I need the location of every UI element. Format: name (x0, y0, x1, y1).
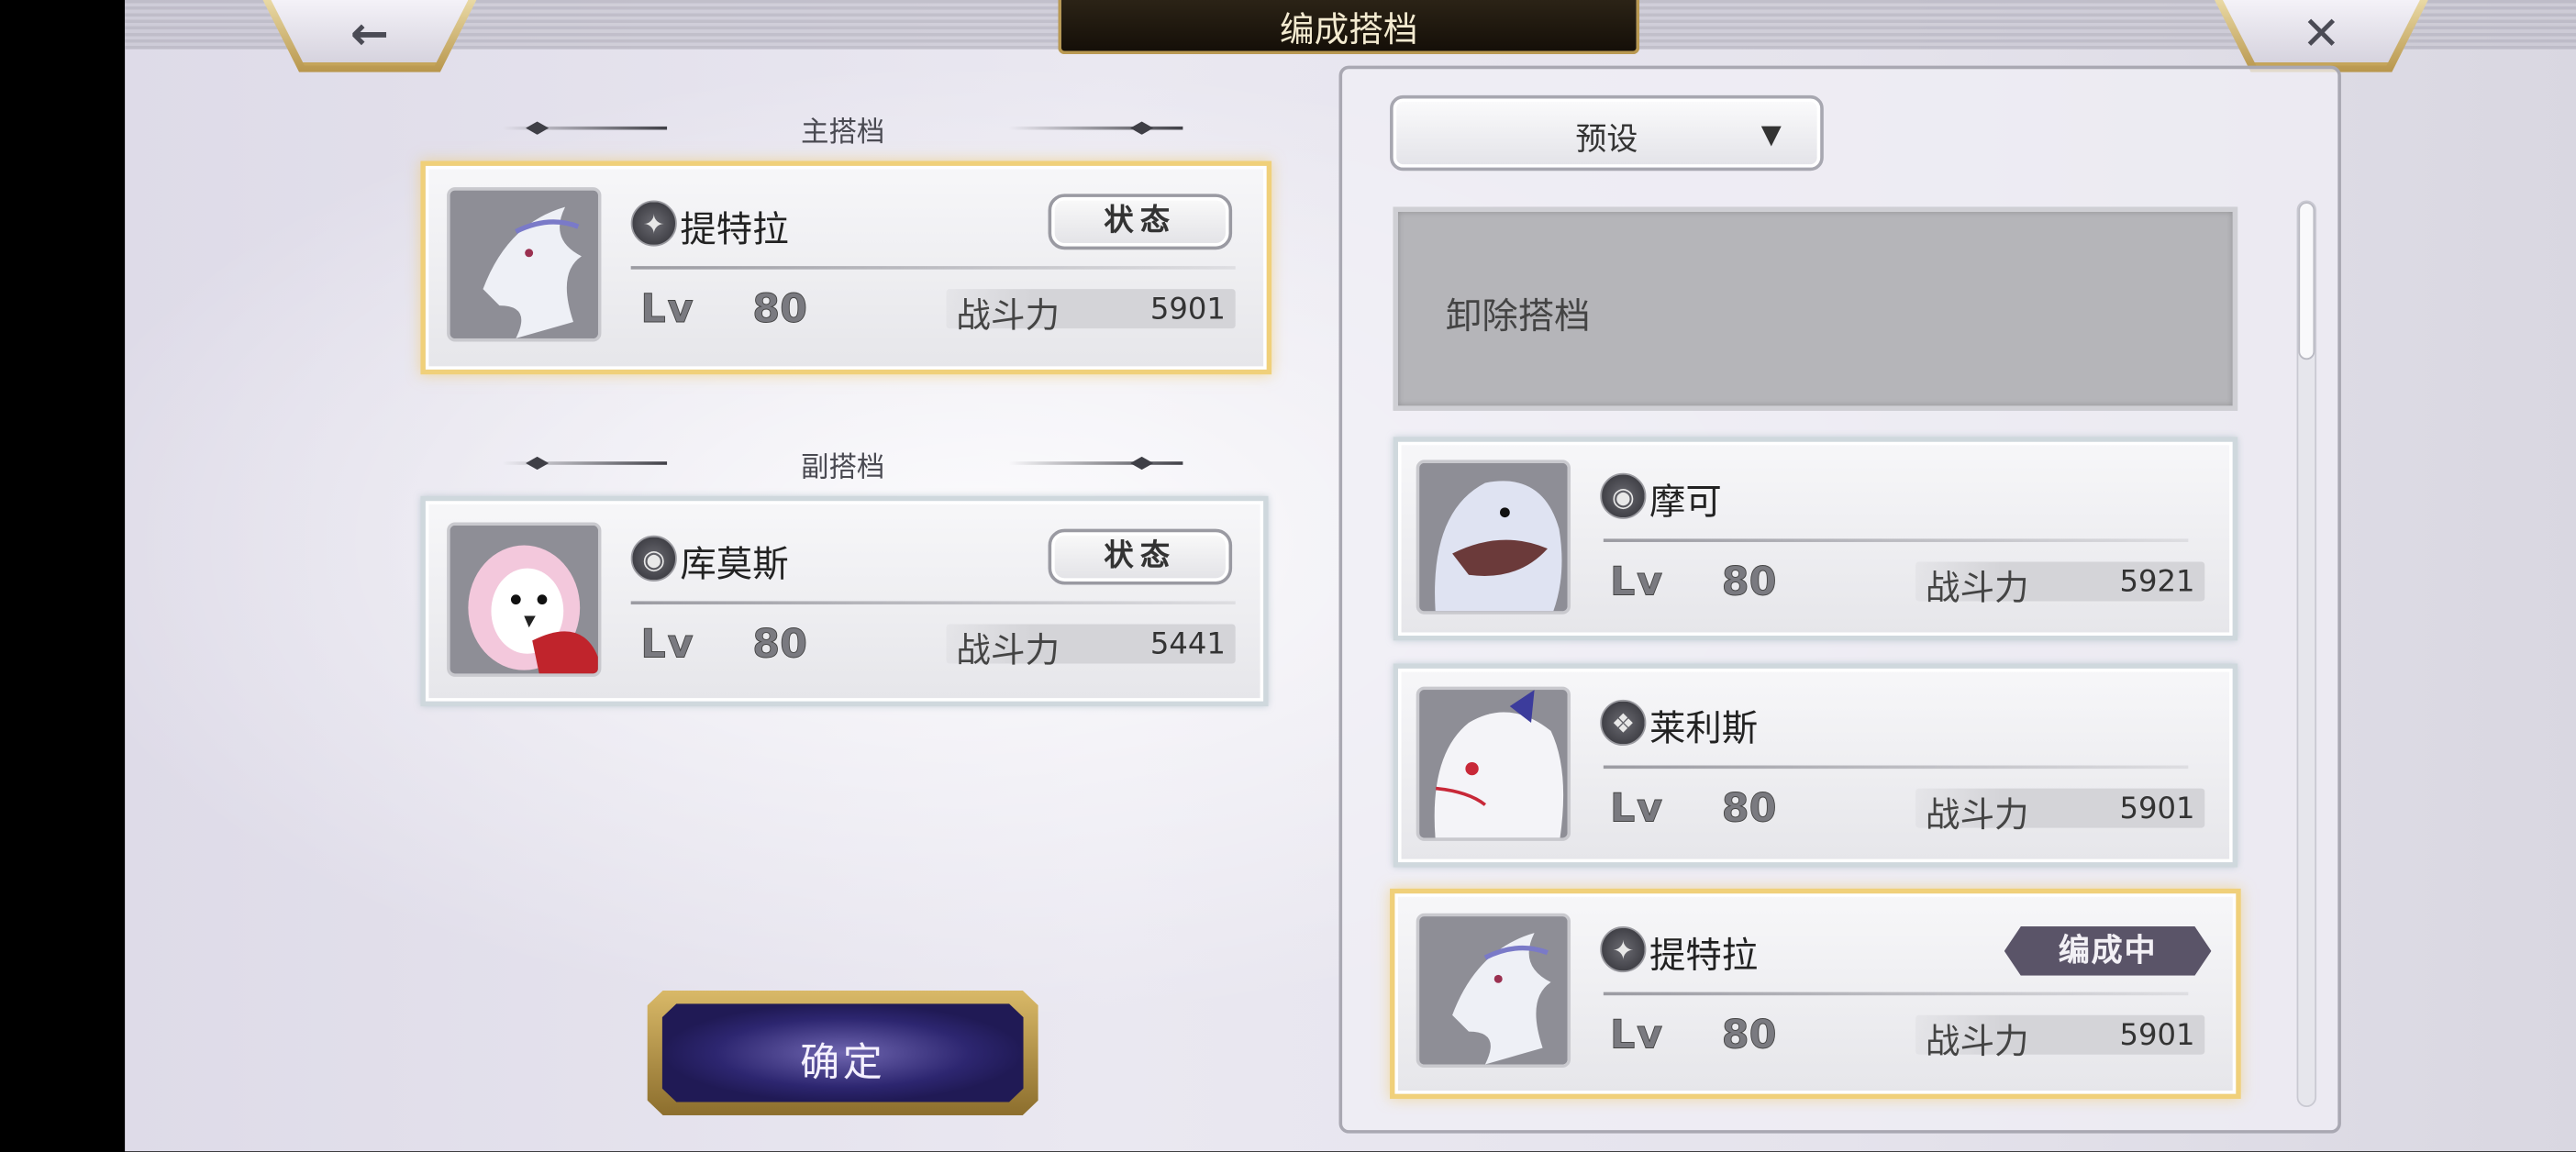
main-partner-status-button[interactable]: 状态 (1048, 194, 1233, 250)
sub-partner-status-button[interactable]: 状态 (1048, 528, 1233, 585)
power-label: 战斗力 (956, 630, 1060, 670)
level-value: 80 (1721, 1012, 1777, 1058)
title-banner: 编成搭档 (1058, 0, 1640, 55)
power-value: 5441 (1149, 627, 1226, 662)
power-value: 5901 (2119, 1018, 2195, 1053)
sub-partner-name: 库莫斯 (680, 545, 789, 587)
back-arrow-icon: ← (350, 6, 389, 61)
ornament-line (502, 461, 668, 465)
power-value: 5901 (1149, 292, 1226, 327)
main-partner-name: 提特拉 (680, 210, 789, 251)
partner-portrait (1416, 460, 1571, 615)
partner-name: 提特拉 (1649, 936, 1759, 978)
partner-name: 摩可 (1649, 482, 1722, 525)
eye-attribute-icon: ◉ (1600, 472, 1647, 519)
preset-label: 预设 (1575, 121, 1638, 158)
light-attribute-icon: ✦ (630, 200, 677, 247)
level-label: Lv (640, 620, 695, 668)
level-value: 80 (752, 285, 808, 332)
level-label: Lv (1610, 558, 1664, 605)
partner-name: 莱利斯 (1649, 709, 1759, 751)
ornament-line (1008, 461, 1183, 465)
power-value: 5921 (2119, 565, 2195, 600)
unequip-label: 卸除搭档 (1445, 297, 1591, 338)
confirm-label: 确定 (800, 1039, 886, 1086)
sub-partner-label: 副搭档 (801, 451, 885, 485)
scrollbar-thumb[interactable] (2298, 202, 2315, 360)
divider (1603, 538, 2189, 542)
main-partner-portrait (447, 187, 602, 342)
light-attribute-icon: ✦ (1600, 926, 1647, 973)
level-label: Lv (1610, 1012, 1664, 1058)
partner-portrait (1416, 686, 1571, 841)
in-formation-badge: 编成中 (2004, 926, 2212, 976)
close-icon: ✕ (2302, 6, 2341, 61)
partner-portrait (1416, 913, 1571, 1069)
ornament-line (1008, 126, 1183, 130)
power-label: 战斗力 (1925, 794, 2029, 835)
level-label: Lv (1610, 785, 1664, 832)
level-value: 80 (1721, 558, 1777, 605)
level-value: 80 (1721, 785, 1777, 832)
level-value: 80 (752, 620, 808, 668)
close-button[interactable]: ✕ (2222, 0, 2420, 66)
back-button[interactable]: ← (271, 0, 469, 66)
level-label: Lv (640, 285, 695, 332)
divider (1603, 765, 2189, 770)
page-title: 编成搭档 (1280, 9, 1418, 50)
divider (630, 266, 1236, 270)
divider (1603, 991, 2189, 996)
star-attribute-icon: ❖ (1600, 699, 1647, 747)
sub-partner-portrait (447, 522, 602, 677)
main-partner-label: 主搭档 (801, 116, 885, 150)
power-label: 战斗力 (1925, 568, 2029, 608)
chevron-down-icon: ▼ (1760, 117, 1782, 150)
power-value: 5901 (2119, 792, 2195, 826)
power-label: 战斗力 (1925, 1021, 2029, 1061)
divider (630, 601, 1236, 605)
power-label: 战斗力 (956, 295, 1060, 336)
eye-attribute-icon: ◉ (630, 535, 677, 582)
ornament-line (502, 126, 668, 130)
